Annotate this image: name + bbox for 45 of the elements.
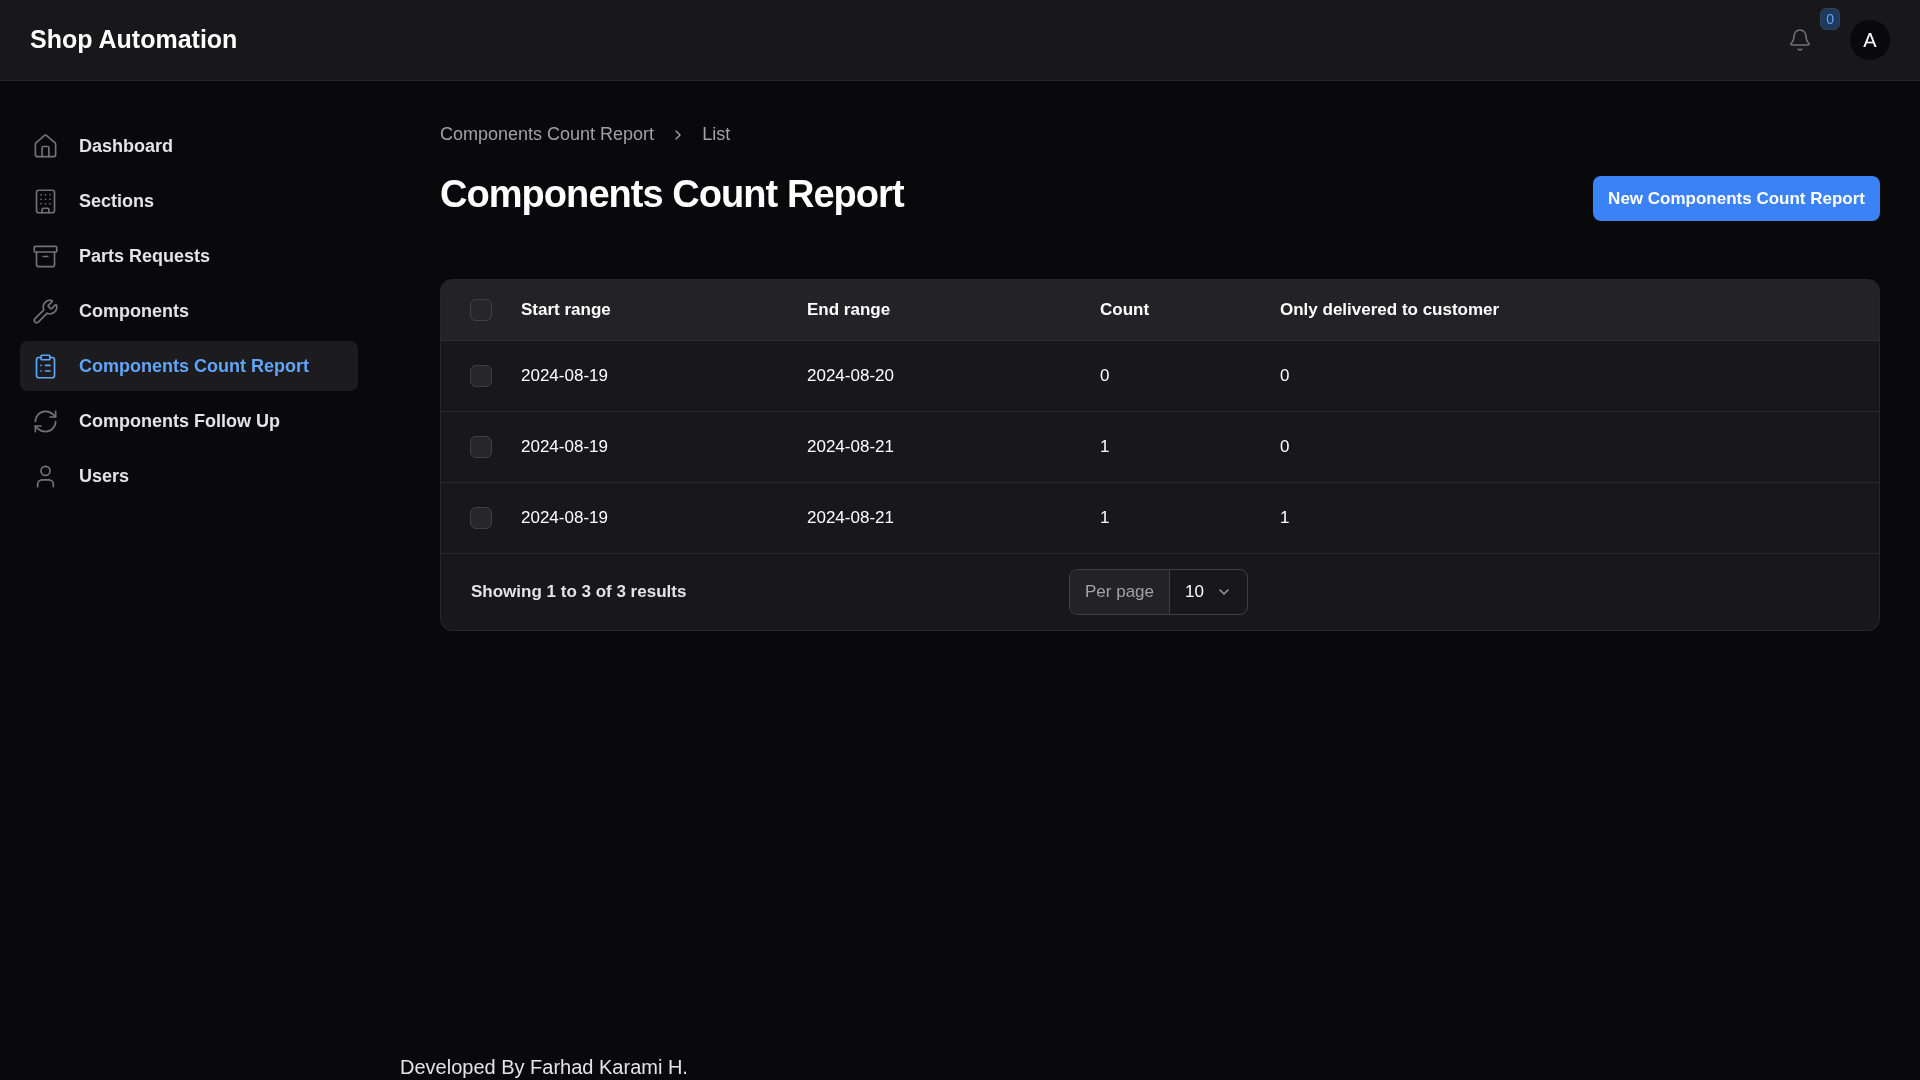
table-row[interactable]: 2024-08-19 2024-08-21 1 0 [441,412,1879,483]
table-cell: 0 [1280,366,1290,386]
checkbox[interactable] [470,365,492,387]
footer-credit: Developed By Farhad Karami H. [400,1055,689,1080]
wrench-icon [32,297,59,325]
checkbox[interactable] [470,299,492,321]
table-cell: 2024-08-19 [521,366,608,386]
table-cell: 0 [1280,437,1290,457]
per-page-value: 10 [1185,581,1204,604]
sidebar-item[interactable]: Users [20,451,358,501]
table-row[interactable]: 2024-08-19 2024-08-21 1 1 [441,483,1879,554]
results-summary: Showing 1 to 3 of 3 results [471,581,687,604]
table-cell: 0 [1100,366,1110,386]
table-cell: 2024-08-19 [521,508,608,528]
notification-count: 0 [1820,8,1840,30]
column-header[interactable]: Count [1100,300,1150,320]
avatar[interactable]: A [1850,20,1890,60]
table-cell: 1 [1280,508,1290,528]
sidebar-item[interactable]: Sections [20,176,358,226]
per-page-select[interactable]: Per page 10 [1069,569,1248,615]
sidebar-item[interactable]: Components Follow Up [20,396,358,446]
checkbox[interactable] [470,507,492,529]
new-report-button[interactable]: New Components Count Report [1593,176,1880,221]
table-cell: 2024-08-21 [807,437,894,457]
table-cell: 2024-08-19 [521,437,608,457]
house-icon [32,132,59,160]
column-header[interactable]: End range [807,300,891,320]
sidebar-item[interactable]: Components Count Report [20,341,358,391]
checkbox[interactable] [470,436,492,458]
column-header[interactable]: Start range [521,300,611,320]
page-title: Components Count Report [440,172,904,217]
sidebar-item[interactable]: Parts Requests [20,231,358,281]
table-cell: 1 [1100,437,1110,457]
app-title: Shop Automation [30,24,238,56]
bell-icon [1788,28,1812,52]
table-cell: 2024-08-20 [807,366,894,386]
table-cell: 2024-08-21 [807,508,894,528]
table-cell: 1 [1100,508,1110,528]
breadcrumb-link[interactable]: Components Count Report [440,121,655,148]
breadcrumb-link[interactable]: List [702,121,731,148]
sidebar-item[interactable]: Components [20,286,358,336]
sidebar-item[interactable]: Dashboard [20,121,358,171]
column-header[interactable]: Only delivered to customer [1280,300,1500,320]
per-page-label: Per page [1070,570,1170,614]
table-row[interactable]: 2024-08-19 2024-08-20 0 0 [441,341,1879,412]
